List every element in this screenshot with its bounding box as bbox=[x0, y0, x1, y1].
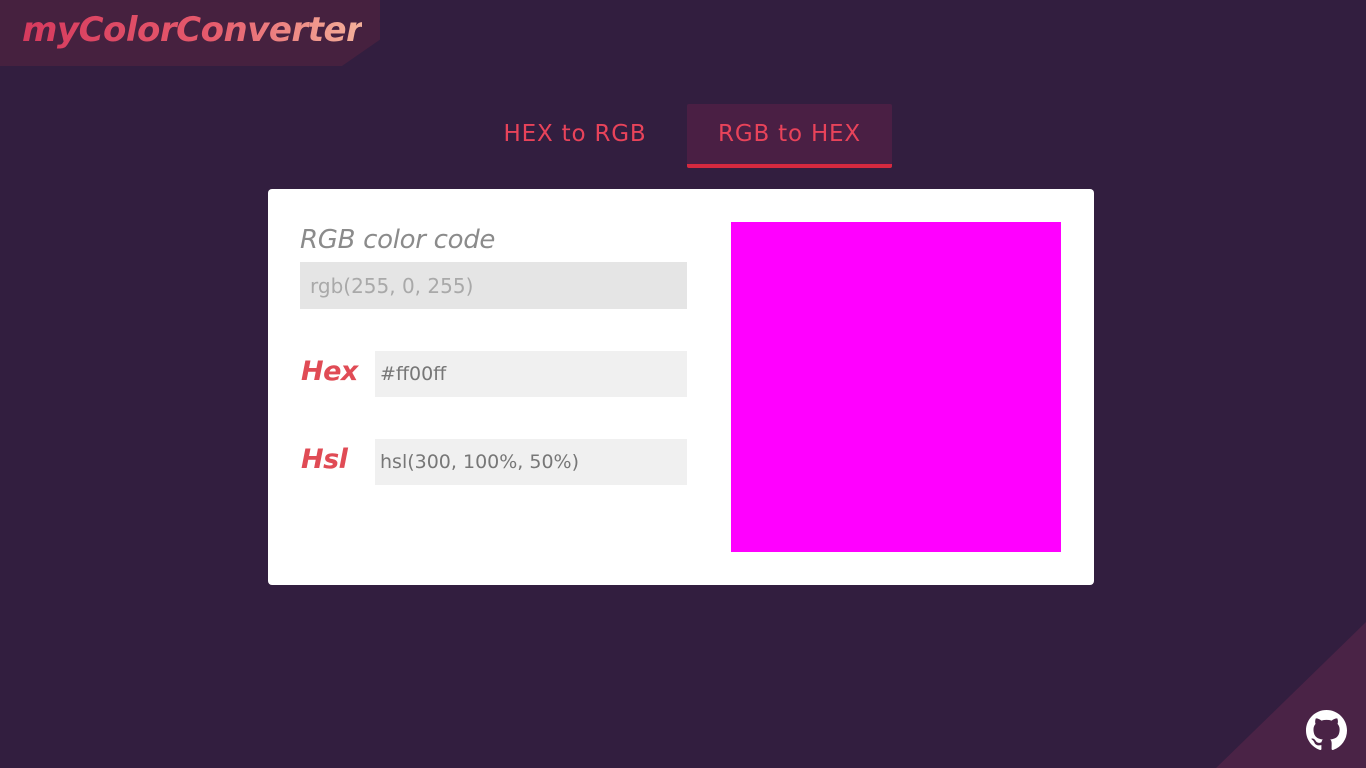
tab-rgb-to-hex[interactable]: RGB to HEX bbox=[687, 104, 892, 168]
hsl-label: Hsl bbox=[301, 444, 348, 475]
hex-label: Hex bbox=[301, 356, 358, 387]
tab-hex-to-rgb[interactable]: HEX to RGB bbox=[480, 104, 670, 164]
tab-bar: HEX to RGB RGB to HEX bbox=[480, 104, 892, 168]
hex-output-field[interactable] bbox=[375, 351, 687, 397]
color-preview-swatch bbox=[731, 222, 1061, 552]
rgb-input-label: RGB color code bbox=[300, 225, 496, 255]
hsl-output-field[interactable] bbox=[375, 439, 687, 485]
app-root: myColorConverter HEX to RGB RGB to HEX R… bbox=[0, 0, 1366, 768]
converter-card: RGB color code Hex Hsl bbox=[268, 189, 1094, 585]
app-logo: myColorConverter bbox=[22, 10, 363, 50]
github-icon[interactable] bbox=[1306, 710, 1347, 751]
rgb-input[interactable] bbox=[300, 262, 687, 309]
